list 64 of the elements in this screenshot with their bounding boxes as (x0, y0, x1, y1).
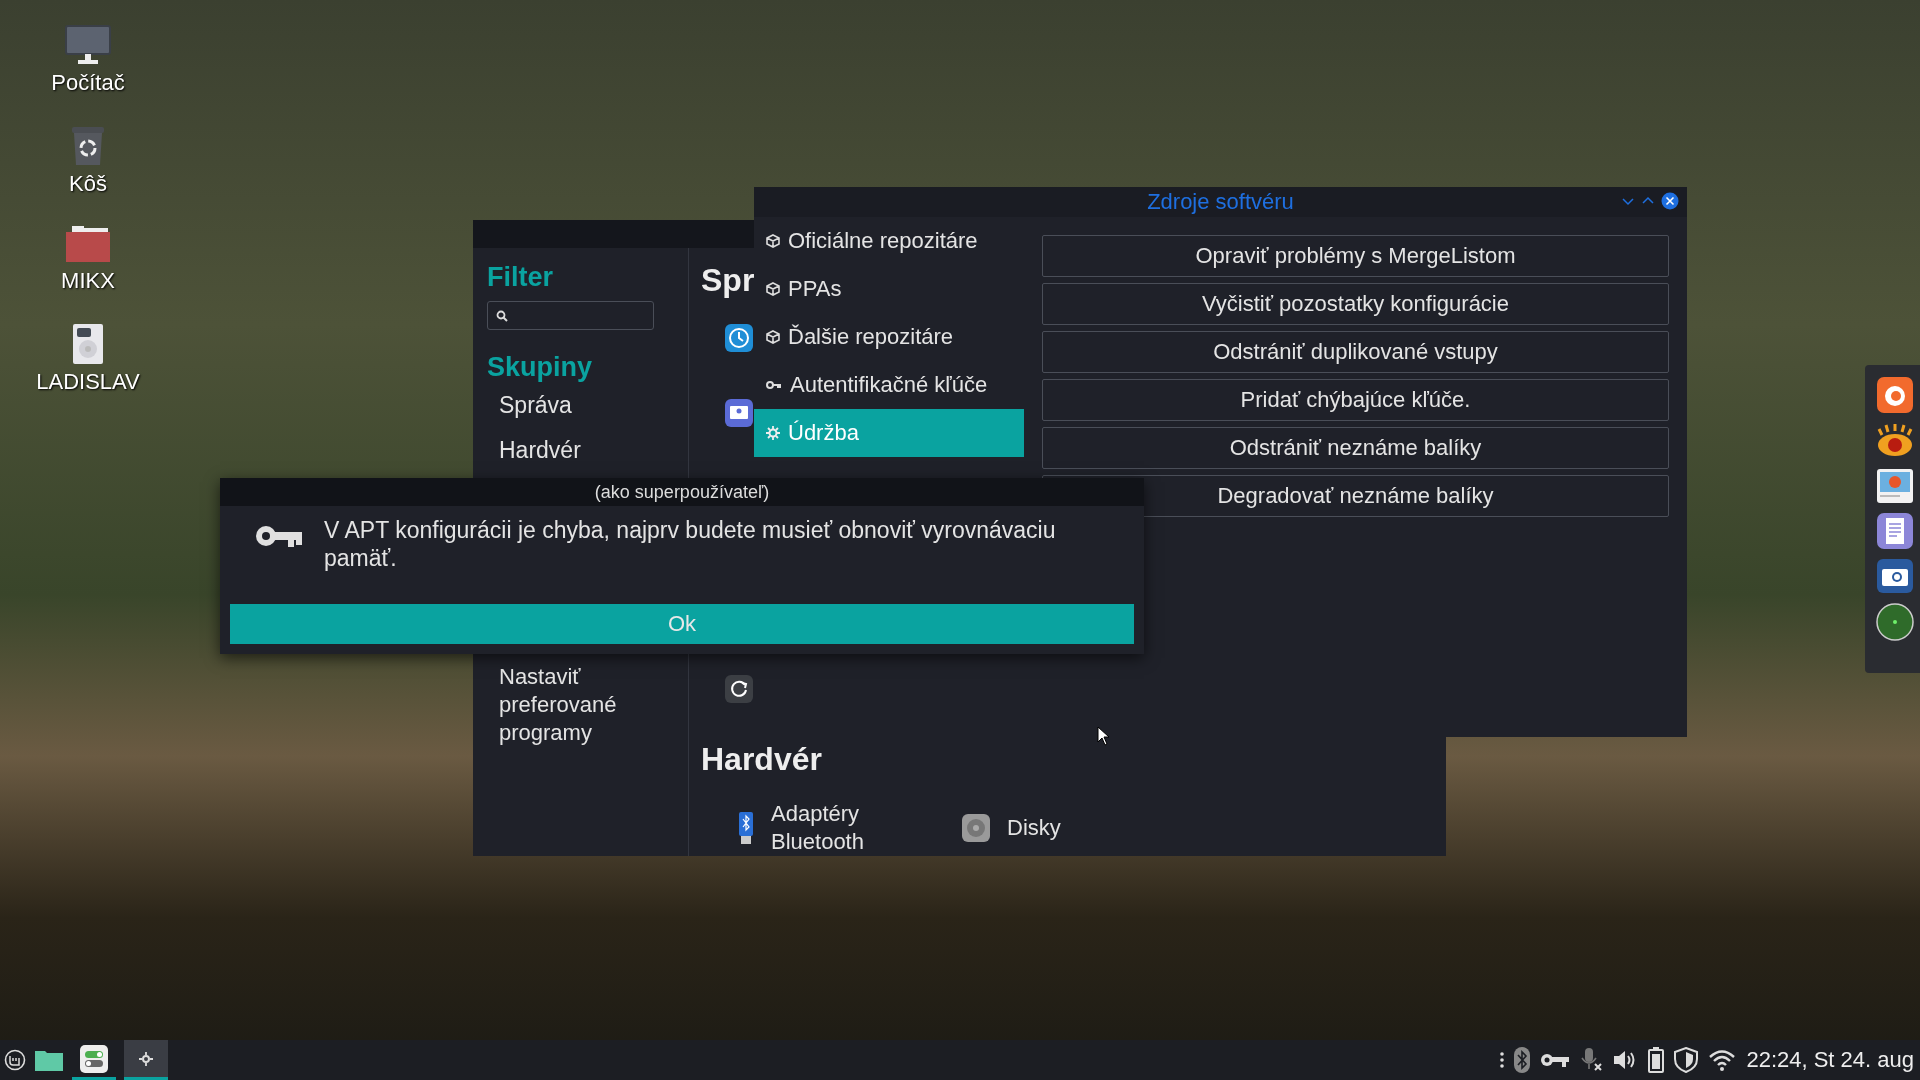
action-button[interactable]: Vyčistiť pozostatky konfigurácie (1042, 283, 1669, 325)
sidebar-item[interactable]: Hardvér (487, 428, 688, 473)
section-tab[interactable]: Ďalšie repozitáre (754, 313, 1024, 361)
clock-icon[interactable] (725, 324, 753, 352)
maximize-icon[interactable] (1641, 196, 1655, 206)
eye-icon[interactable] (1876, 423, 1914, 459)
wifi-icon[interactable] (1708, 1049, 1737, 1071)
dialog-title: (ako superpoužívateľ) (220, 478, 1144, 506)
section-tab[interactable]: Oficiálne repozitáre (754, 217, 1024, 265)
package-icon (766, 234, 780, 248)
folder-icon (64, 226, 112, 264)
refresh-icon[interactable] (725, 675, 753, 703)
section-tab[interactable]: Autentifikačné kľúče (754, 361, 1024, 409)
section-heading: Hardvér (701, 741, 822, 778)
section-tab[interactable]: PPAs (754, 265, 1024, 313)
settings-item-label[interactable]: Adaptéry Bluetooth (771, 800, 891, 856)
sidebar-item[interactable]: Nastaviť preferované programy (487, 663, 649, 747)
folder-icon[interactable] (34, 1048, 64, 1072)
desktop-icon-label[interactable]: LADISLAV (36, 369, 140, 395)
key-icon (254, 524, 304, 550)
gear-icon (139, 1051, 153, 1066)
clock-text[interactable]: 22:24, St 24. aug (1746, 1047, 1914, 1073)
settings-item-label[interactable]: Disky (1007, 814, 1127, 842)
close-icon[interactable] (1661, 192, 1679, 210)
drive-icon (72, 323, 104, 365)
search-field[interactable] (487, 301, 654, 330)
search-icon (496, 309, 508, 322)
dialog-message: V APT konfigurácii je chyba, najprv budete musieť obnoviť vyrovnávaciu pamäť. (324, 516, 1057, 573)
action-button[interactable]: Opraviť problémy s MergeListom (1042, 235, 1669, 277)
action-button[interactable]: Odstrániť duplikované vstupy (1042, 331, 1669, 373)
action-button[interactable]: Pridať chýbajúce kľúče. (1042, 379, 1669, 421)
groups-heading: Skupiny (487, 352, 594, 383)
menu-icon[interactable] (4, 1049, 26, 1071)
pointer-icon (1097, 726, 1111, 746)
section-heading: Spr (701, 262, 755, 299)
radar-icon[interactable] (1876, 603, 1914, 641)
desktop-icon-label[interactable]: Počítač (51, 70, 125, 96)
more-icon[interactable] (1500, 1051, 1505, 1069)
gear-icon (766, 426, 780, 440)
trash-icon (70, 125, 106, 167)
sidebar-item[interactable]: Správa (487, 383, 688, 428)
window-title: Zdroje softvéru (1147, 189, 1294, 215)
bluetooth-adapter-icon (737, 811, 755, 845)
battery-icon[interactable] (1648, 1047, 1665, 1073)
action-button[interactable]: Odstrániť neznáme balíky (1042, 427, 1669, 469)
key-icon (766, 380, 782, 390)
minimize-icon[interactable] (1621, 196, 1635, 206)
toggle-switches-icon (80, 1044, 108, 1073)
browser-icon[interactable] (1877, 377, 1913, 413)
filter-heading: Filter (487, 262, 554, 293)
camera-icon[interactable] (1877, 559, 1913, 593)
desktop-icon-label[interactable]: MIKX (61, 268, 115, 294)
id-card-icon[interactable] (725, 399, 753, 427)
package-icon (766, 330, 780, 344)
monitor-icon (64, 24, 112, 66)
shield-icon[interactable] (1674, 1047, 1699, 1073)
document-icon[interactable] (1877, 513, 1913, 549)
taskbar-app-button[interactable] (124, 1040, 168, 1080)
desktop-icon-label[interactable]: Kôš (69, 171, 107, 197)
package-icon (766, 282, 780, 296)
bluetooth-icon[interactable] (1514, 1047, 1531, 1073)
image-viewer-icon[interactable] (1877, 469, 1913, 503)
key-icon[interactable] (1540, 1052, 1571, 1068)
microphone-muted-icon[interactable] (1580, 1047, 1603, 1073)
